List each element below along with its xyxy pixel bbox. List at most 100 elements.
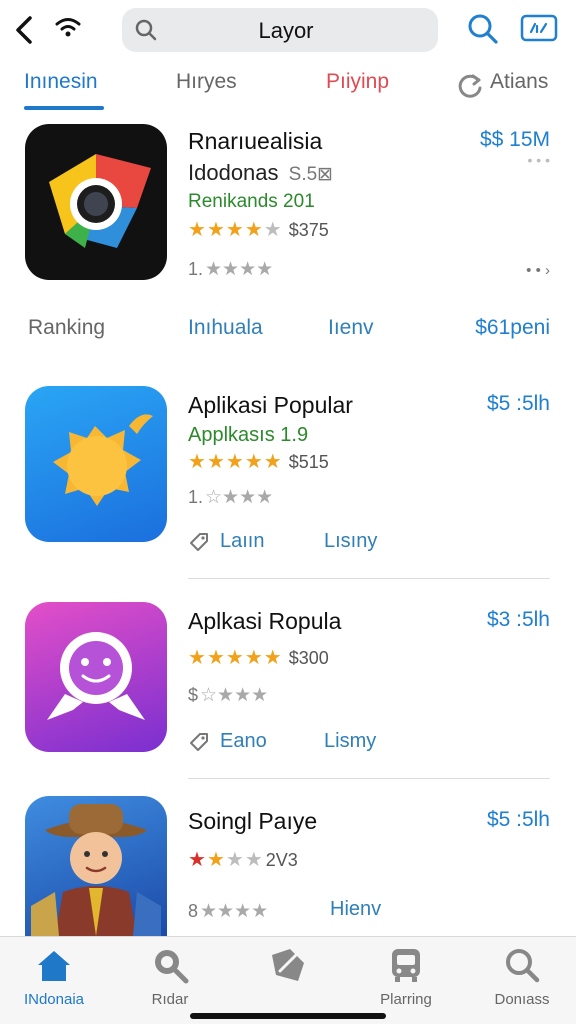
- app-category: Applkasıs 1.9: [188, 424, 309, 446]
- tab-atians[interactable]: Atians: [456, 70, 548, 98]
- tab-hiryes[interactable]: Hıryes: [176, 70, 237, 94]
- sun-blob-icon: [53, 414, 153, 506]
- app-title[interactable]: Rnarıuealisia: [188, 128, 322, 155]
- rating-value: $515: [288, 451, 329, 472]
- star-icon: ★: [263, 219, 282, 241]
- app-price[interactable]: $$ 15M: [480, 128, 550, 152]
- bus-icon: [392, 949, 420, 982]
- star-rating: ★ ★ ★ ★ ★ $300: [188, 646, 329, 670]
- nav-label: Donıass: [494, 991, 550, 1008]
- app-icon-ghost[interactable]: [25, 602, 167, 752]
- ranking-link-2[interactable]: Iıenv: [328, 316, 374, 340]
- nav-item-radar[interactable]: Rıdar: [120, 945, 220, 1008]
- top-bar: Layor: [0, 0, 576, 62]
- tag-icon: [190, 732, 208, 751]
- nav-item-search[interactable]: Donıass: [472, 945, 572, 1008]
- app-price[interactable]: $3 :5lh: [487, 608, 550, 632]
- rating-value: $300: [288, 647, 329, 668]
- refresh-icon: [458, 74, 482, 98]
- star-icon: ☆★★★: [200, 685, 269, 706]
- star-icon: ★: [263, 647, 282, 669]
- star-icon: ★: [225, 219, 244, 241]
- star-rating: ★ ★ ★ ★ ★ $515: [188, 450, 329, 474]
- home-icon: [38, 951, 70, 981]
- ranking-link-1[interactable]: Inıhuala: [188, 316, 263, 340]
- tag-icon: [190, 532, 208, 551]
- browser-icon: [49, 154, 151, 248]
- star-icon: ★: [225, 849, 244, 871]
- search-icon: [155, 950, 189, 984]
- nav-label: INdonaia: [23, 991, 85, 1008]
- app-icon-star[interactable]: [25, 386, 167, 542]
- app-subtitle-text: Idodonas: [188, 160, 279, 185]
- back-icon[interactable]: [8, 12, 44, 48]
- star-icon: ★★★★: [205, 259, 274, 280]
- star-icon: ★: [244, 647, 263, 669]
- listing-link[interactable]: Hienv: [330, 898, 381, 921]
- nav-item-home[interactable]: INdonaia: [4, 945, 104, 1008]
- meta-row: 1. ★★★★: [188, 258, 273, 281]
- app-subtitle: Idodonas S.5⊠: [188, 160, 333, 186]
- search-icon: [506, 949, 540, 983]
- more-chevron-icon[interactable]: • • ›: [526, 262, 550, 279]
- star-rating: ★ ★ ★ ★ 2V3: [188, 848, 298, 872]
- app-icon-cowboy[interactable]: [25, 796, 167, 936]
- rating-value: 2V3: [265, 849, 298, 870]
- price-dots: • • •: [527, 152, 550, 168]
- search-title: Layor: [258, 18, 314, 43]
- app-title[interactable]: Aplkasi Ropula: [188, 608, 341, 635]
- star-icon: ★: [225, 451, 244, 473]
- star-icon: ★: [206, 647, 225, 669]
- meta-prefix: 1.: [188, 259, 204, 279]
- meta-prefix: 1.: [188, 487, 204, 507]
- action-label: Laıın: [220, 530, 265, 552]
- app-category: Renikands 201: [188, 191, 315, 212]
- category-tabs: Inınesin Hıryes Pıiyinp Atians: [0, 64, 576, 112]
- app-title[interactable]: Soingl Paıye: [188, 808, 317, 835]
- chat-icon[interactable]: [520, 14, 558, 44]
- rating-value: $375: [288, 219, 329, 240]
- nav-item-edit[interactable]: [238, 945, 338, 991]
- ranking-price[interactable]: $61peni: [475, 316, 550, 340]
- star-icon: ★: [188, 451, 206, 473]
- star-icon: ☆★★★: [205, 487, 274, 508]
- star-rating: ★ ★ ★ ★ ★ $375: [188, 218, 329, 242]
- app-icon-browser[interactable]: [25, 124, 167, 280]
- meta-row: $ ☆★★★: [188, 684, 268, 707]
- search-icon[interactable]: [466, 12, 500, 46]
- search-field[interactable]: Layor: [122, 8, 438, 52]
- app-title[interactable]: Aplikasi Popular: [188, 392, 353, 419]
- divider: [188, 578, 550, 579]
- tab-playing[interactable]: Pıiyinp: [326, 70, 389, 94]
- tab-indonesia[interactable]: Inınesin: [24, 70, 98, 94]
- nav-label: Rıdar: [151, 991, 189, 1008]
- app-price[interactable]: $5 :5lh: [487, 392, 550, 416]
- star-icon: ★: [225, 647, 244, 669]
- meta-row: 1. ☆★★★: [188, 486, 273, 509]
- nav-item-planning[interactable]: Plarring: [356, 945, 456, 1008]
- home-indicator: [190, 1013, 386, 1019]
- launch-action[interactable]: Eano: [188, 730, 267, 753]
- star-icon: ★: [244, 219, 263, 241]
- launch-action[interactable]: Laıın: [188, 530, 264, 553]
- star-icon: ★: [206, 219, 225, 241]
- nav-label: Plarring: [380, 991, 432, 1008]
- listing-link[interactable]: Lismy: [324, 730, 376, 753]
- app-subtitle-extra: S.5⊠: [288, 164, 334, 185]
- action-label: Eano: [220, 730, 267, 752]
- bottom-navigation: INdonaia Rıdar Plarring Donıass: [0, 936, 576, 1024]
- star-icon: ★: [206, 451, 225, 473]
- meta-row: 8 ★★★★: [188, 900, 268, 923]
- star-icon: ★: [188, 849, 206, 871]
- cowboy-avatar-icon: [31, 804, 161, 936]
- star-icon: ★: [188, 647, 206, 669]
- ranking-row: Ranking Inıhuala Iıenv $61peni: [0, 312, 576, 348]
- listing-link[interactable]: Lısıny: [324, 530, 377, 553]
- ghost-face-icon: [47, 632, 145, 720]
- wifi-icon: [55, 18, 81, 37]
- star-icon: ★: [244, 849, 263, 871]
- divider: [188, 778, 550, 779]
- app-price[interactable]: $5 :5lh: [487, 808, 550, 832]
- edit-icon: [272, 949, 304, 981]
- meta-prefix: 8: [188, 901, 199, 921]
